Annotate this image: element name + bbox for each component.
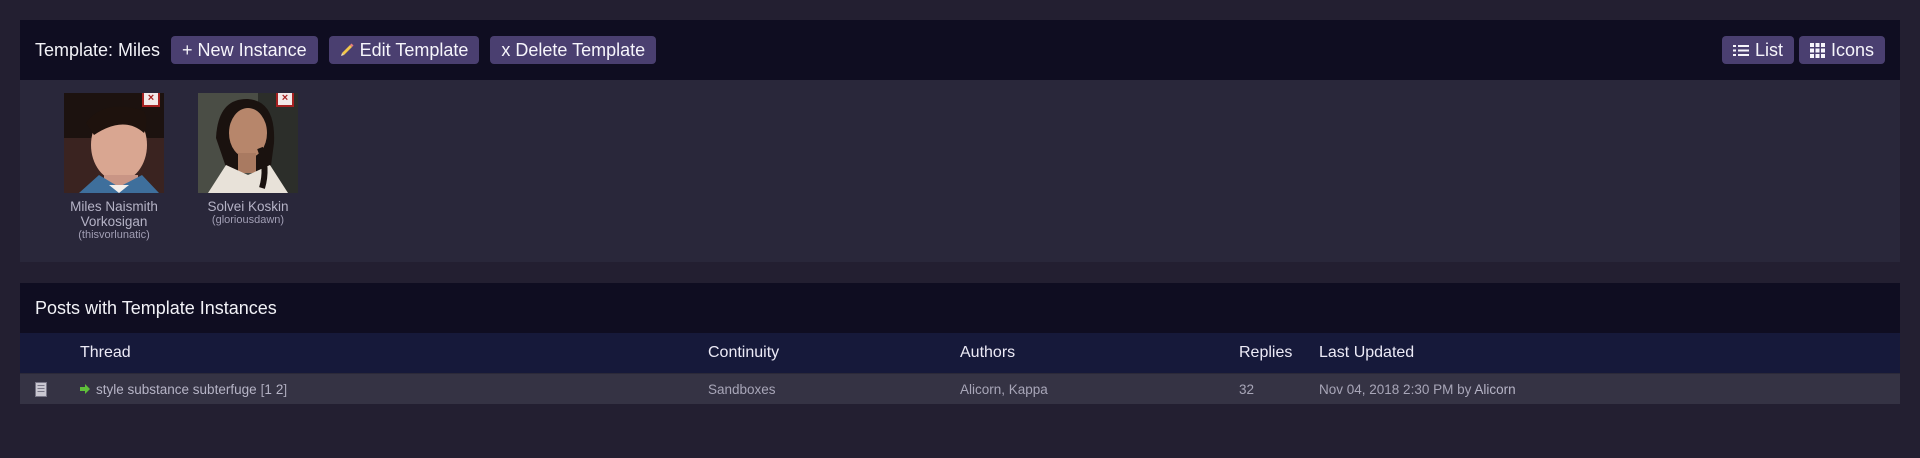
- last-updated-cell: Nov 04, 2018 2:30 PM by Alicorn: [1319, 373, 1900, 404]
- template-title: Template: Miles: [35, 39, 161, 60]
- authors-column-header: Authors: [960, 333, 1239, 374]
- replies-column-header: Replies: [1239, 333, 1319, 374]
- list-icon: [1732, 44, 1749, 57]
- last-updated-time: Nov 04, 2018 2:30 PM: [1319, 381, 1454, 397]
- thread-cell: style substance subterfuge [1 2]: [80, 373, 708, 404]
- last-updated-by: by: [1457, 381, 1472, 397]
- character-avatar[interactable]: ×: [64, 93, 164, 193]
- last-updated-column-header: Last Updated: [1319, 333, 1900, 374]
- delete-template-button[interactable]: x Delete Template: [490, 36, 657, 64]
- document-icon[interactable]: [35, 381, 47, 397]
- character-name[interactable]: Miles Naismith Vorkosigan: [47, 199, 181, 229]
- posts-title: Posts with Template Instances: [35, 297, 277, 318]
- status-column-header: [20, 333, 80, 374]
- posts-header: Posts with Template Instances: [20, 283, 1900, 333]
- authors-cell: Alicorn, Kappa: [960, 373, 1239, 404]
- list-view-label: List: [1754, 40, 1783, 60]
- arrow-right-icon[interactable]: [80, 384, 90, 394]
- grid-icon: [1809, 42, 1825, 58]
- posts-panel: Posts with Template Instances Thread Con…: [20, 283, 1900, 404]
- edit-template-button[interactable]: Edit Template: [328, 36, 480, 64]
- continuity-link[interactable]: Sandboxes: [708, 382, 776, 397]
- new-instance-label: + New Instance: [182, 40, 307, 60]
- character-user[interactable]: (gloriousdawn): [181, 214, 315, 226]
- character-icons-area: × Miles Naismith Vorkosigan (thisvorluna…: [20, 80, 1900, 262]
- character-name[interactable]: Solvei Koskin: [181, 199, 315, 214]
- pages-close-bracket: ]: [283, 381, 288, 397]
- pencil-icon: [340, 43, 354, 57]
- character-user[interactable]: (thisvorlunatic): [47, 229, 181, 241]
- character-card: × Solvei Koskin (gloriousdawn): [181, 93, 315, 226]
- continuity-cell: Sandboxes: [708, 373, 960, 404]
- icons-view-button[interactable]: Icons: [1798, 36, 1885, 64]
- last-author-link[interactable]: Alicorn: [1474, 382, 1515, 397]
- delete-template-label: x Delete Template: [501, 40, 646, 60]
- new-instance-button[interactable]: + New Instance: [171, 36, 318, 64]
- character-card: × Miles Naismith Vorkosigan (thisvorluna…: [47, 93, 181, 241]
- continuity-column-header: Continuity: [708, 333, 960, 374]
- template-panel: Template: Miles + New Instance Edit Temp…: [20, 20, 1900, 262]
- edit-template-label: Edit Template: [359, 40, 469, 60]
- authors-link[interactable]: Alicorn, Kappa: [960, 382, 1048, 397]
- remove-character-button[interactable]: ×: [276, 93, 294, 107]
- table-row: style substance subterfuge [1 2] Sandboxe…: [20, 373, 1900, 404]
- template-header: Template: Miles + New Instance Edit Temp…: [20, 20, 1900, 80]
- page-link-2[interactable]: 2: [276, 382, 284, 397]
- character-avatar[interactable]: ×: [198, 93, 298, 193]
- posts-table: Thread Continuity Authors Replies Last U…: [20, 333, 1900, 404]
- list-view-button[interactable]: List: [1721, 36, 1794, 64]
- thread-column-header: Thread: [80, 333, 708, 374]
- posts-table-header-row: Thread Continuity Authors Replies Last U…: [20, 333, 1900, 374]
- thread-link[interactable]: style substance subterfuge: [96, 382, 257, 397]
- icons-view-label: Icons: [1830, 40, 1874, 60]
- page-link-1[interactable]: 1: [264, 382, 272, 397]
- replies-cell: 32: [1239, 373, 1319, 404]
- remove-character-button[interactable]: ×: [142, 93, 160, 107]
- status-cell: [20, 373, 80, 404]
